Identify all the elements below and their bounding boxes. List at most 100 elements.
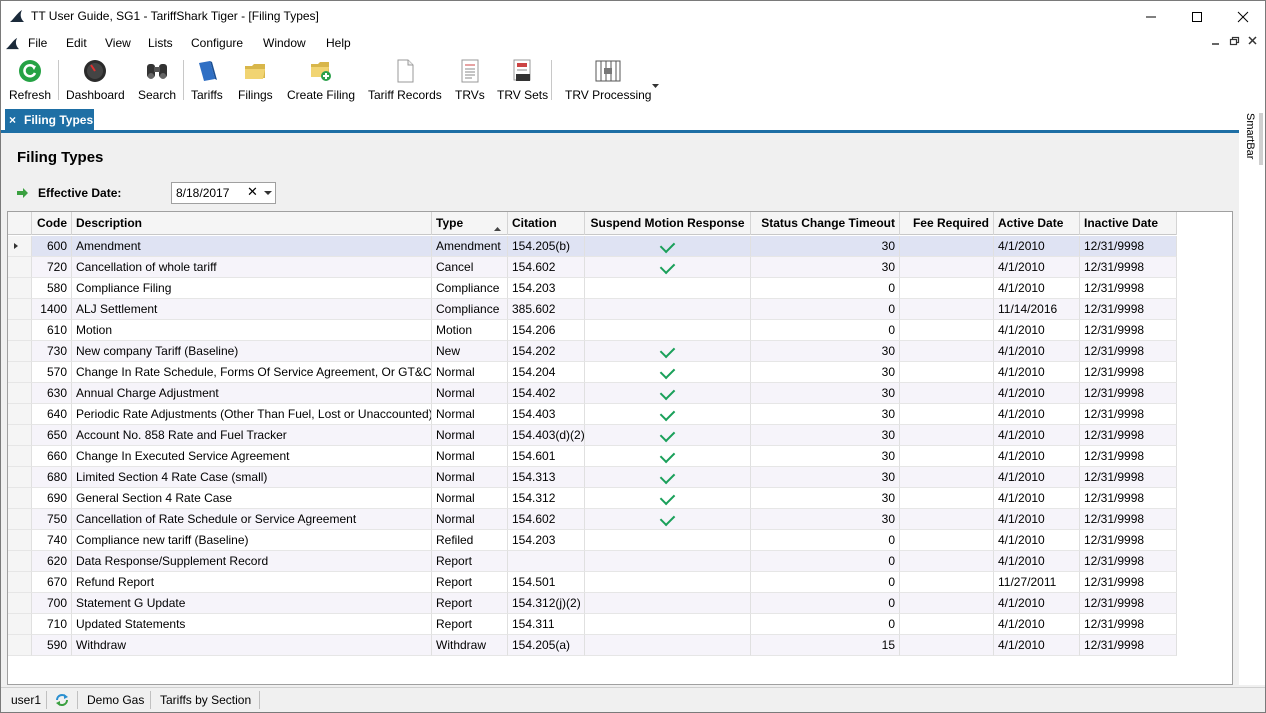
- cell-status-change-timeout[interactable]: 15: [751, 635, 900, 656]
- row-header[interactable]: [8, 404, 32, 425]
- table-row[interactable]: 660 Change In Executed Service Agreement N…: [8, 446, 1177, 467]
- table-row[interactable]: 670 Refund Report Report 154.501 0 11/27/2011…: [8, 572, 1177, 593]
- create-filing-button[interactable]: Create Filing: [287, 58, 355, 102]
- cell-code[interactable]: 660: [32, 446, 72, 467]
- trv-processing-dropdown-icon[interactable]: [652, 78, 659, 92]
- cell-active-date[interactable]: 4/1/2010: [994, 362, 1080, 383]
- cell-status-change-timeout[interactable]: 0: [751, 320, 900, 341]
- row-header[interactable]: [8, 488, 32, 509]
- mdi-minimize-icon[interactable]: [1211, 36, 1221, 49]
- cell-type[interactable]: Motion: [432, 320, 508, 341]
- cell-code[interactable]: 690: [32, 488, 72, 509]
- cell-fee-required[interactable]: [900, 320, 994, 341]
- cell-code[interactable]: 640: [32, 404, 72, 425]
- cell-description[interactable]: Change In Executed Service Agreement: [72, 446, 432, 467]
- cell-status-change-timeout[interactable]: 30: [751, 404, 900, 425]
- tariffs-button[interactable]: Tariffs: [191, 58, 223, 102]
- cell-type[interactable]: Normal: [432, 404, 508, 425]
- row-header[interactable]: [8, 530, 32, 551]
- cell-status-change-timeout[interactable]: 0: [751, 278, 900, 299]
- table-row[interactable]: 640 Periodic Rate Adjustments (Other Than…: [8, 404, 1177, 425]
- column-header-fee[interactable]: Fee Required: [900, 212, 994, 235]
- table-row[interactable]: 630 Annual Charge Adjustment Normal 154.402…: [8, 383, 1177, 404]
- cell-type[interactable]: Report: [432, 551, 508, 572]
- menu-help[interactable]: Help: [326, 36, 351, 50]
- table-row[interactable]: 580 Compliance Filing Compliance 154.203 0 4/…: [8, 278, 1177, 299]
- cell-suspend-motion-response[interactable]: [585, 635, 751, 656]
- column-header-suspend[interactable]: Suspend Motion Response: [585, 212, 751, 235]
- cell-type[interactable]: Cancel: [432, 257, 508, 278]
- cell-active-date[interactable]: 11/14/2016: [994, 299, 1080, 320]
- cell-status-change-timeout[interactable]: 30: [751, 341, 900, 362]
- cell-active-date[interactable]: 4/1/2010: [994, 278, 1080, 299]
- mdi-close-icon[interactable]: [1248, 36, 1258, 49]
- table-row[interactable]: 710 Updated Statements Report 154.311 0 4/1/2…: [8, 614, 1177, 635]
- cell-suspend-motion-response[interactable]: [585, 467, 751, 488]
- table-row[interactable]: 570 Change In Rate Schedule, Forms Of Ser…: [8, 362, 1177, 383]
- row-header[interactable]: [8, 341, 32, 362]
- row-header[interactable]: [8, 614, 32, 635]
- smartbar-scrollbar[interactable]: [1259, 113, 1263, 165]
- maximize-button[interactable]: [1174, 1, 1220, 32]
- cell-inactive-date[interactable]: 12/31/9998: [1080, 530, 1177, 551]
- cell-citation[interactable]: 154.202: [508, 341, 585, 362]
- cell-description[interactable]: Refund Report: [72, 572, 432, 593]
- cell-active-date[interactable]: 4/1/2010: [994, 341, 1080, 362]
- cell-status-change-timeout[interactable]: 0: [751, 572, 900, 593]
- cell-fee-required[interactable]: [900, 551, 994, 572]
- cell-suspend-motion-response[interactable]: [585, 278, 751, 299]
- row-header[interactable]: [8, 383, 32, 404]
- row-header[interactable]: [8, 257, 32, 278]
- cell-inactive-date[interactable]: 12/31/9998: [1080, 572, 1177, 593]
- cell-status-change-timeout[interactable]: 30: [751, 446, 900, 467]
- row-header[interactable]: [8, 320, 32, 341]
- cell-type[interactable]: New: [432, 341, 508, 362]
- cell-type[interactable]: Compliance: [432, 299, 508, 320]
- smartbar-label[interactable]: SmartBar: [1244, 113, 1256, 159]
- cell-status-change-timeout[interactable]: 30: [751, 383, 900, 404]
- cell-inactive-date[interactable]: 12/31/9998: [1080, 299, 1177, 320]
- column-header-inactive-date[interactable]: Inactive Date: [1080, 212, 1177, 235]
- cell-citation[interactable]: 154.205(b): [508, 236, 585, 257]
- cell-suspend-motion-response[interactable]: [585, 425, 751, 446]
- tab-close-icon[interactable]: ×: [9, 113, 16, 127]
- column-header-type[interactable]: Type: [432, 212, 508, 235]
- cell-citation[interactable]: [508, 551, 585, 572]
- minimize-button[interactable]: [1128, 1, 1174, 32]
- mdi-restore-icon[interactable]: [1229, 36, 1240, 49]
- cell-suspend-motion-response[interactable]: [585, 614, 751, 635]
- cell-citation[interactable]: 154.312(j)(2): [508, 593, 585, 614]
- cell-inactive-date[interactable]: 12/31/9998: [1080, 236, 1177, 257]
- cell-citation[interactable]: 154.205(a): [508, 635, 585, 656]
- cell-inactive-date[interactable]: 12/31/9998: [1080, 509, 1177, 530]
- cell-fee-required[interactable]: [900, 425, 994, 446]
- cell-active-date[interactable]: 4/1/2010: [994, 509, 1080, 530]
- cell-inactive-date[interactable]: 12/31/9998: [1080, 257, 1177, 278]
- menu-window[interactable]: Window: [263, 36, 306, 50]
- cell-type[interactable]: Normal: [432, 488, 508, 509]
- cell-active-date[interactable]: 4/1/2010: [994, 383, 1080, 404]
- cell-citation[interactable]: 154.312: [508, 488, 585, 509]
- cell-suspend-motion-response[interactable]: [585, 404, 751, 425]
- cell-inactive-date[interactable]: 12/31/9998: [1080, 320, 1177, 341]
- cell-description[interactable]: Statement G Update: [72, 593, 432, 614]
- cell-active-date[interactable]: 4/1/2010: [994, 614, 1080, 635]
- cell-fee-required[interactable]: [900, 362, 994, 383]
- cell-description[interactable]: ALJ Settlement: [72, 299, 432, 320]
- cell-description[interactable]: Data Response/Supplement Record: [72, 551, 432, 572]
- cell-status-change-timeout[interactable]: 30: [751, 467, 900, 488]
- cell-code[interactable]: 610: [32, 320, 72, 341]
- cell-active-date[interactable]: 4/1/2010: [994, 446, 1080, 467]
- cell-fee-required[interactable]: [900, 467, 994, 488]
- cell-citation[interactable]: 154.501: [508, 572, 585, 593]
- cell-citation[interactable]: 154.601: [508, 446, 585, 467]
- cell-inactive-date[interactable]: 12/31/9998: [1080, 362, 1177, 383]
- refresh-button[interactable]: Refresh: [9, 58, 51, 102]
- row-header[interactable]: [8, 572, 32, 593]
- cell-inactive-date[interactable]: 12/31/9998: [1080, 278, 1177, 299]
- column-header-active-date[interactable]: Active Date: [994, 212, 1080, 235]
- smartbar-panel[interactable]: SmartBar: [1239, 105, 1265, 685]
- column-header-citation[interactable]: Citation: [508, 212, 585, 235]
- cell-citation[interactable]: 154.602: [508, 509, 585, 530]
- cell-suspend-motion-response[interactable]: [585, 383, 751, 404]
